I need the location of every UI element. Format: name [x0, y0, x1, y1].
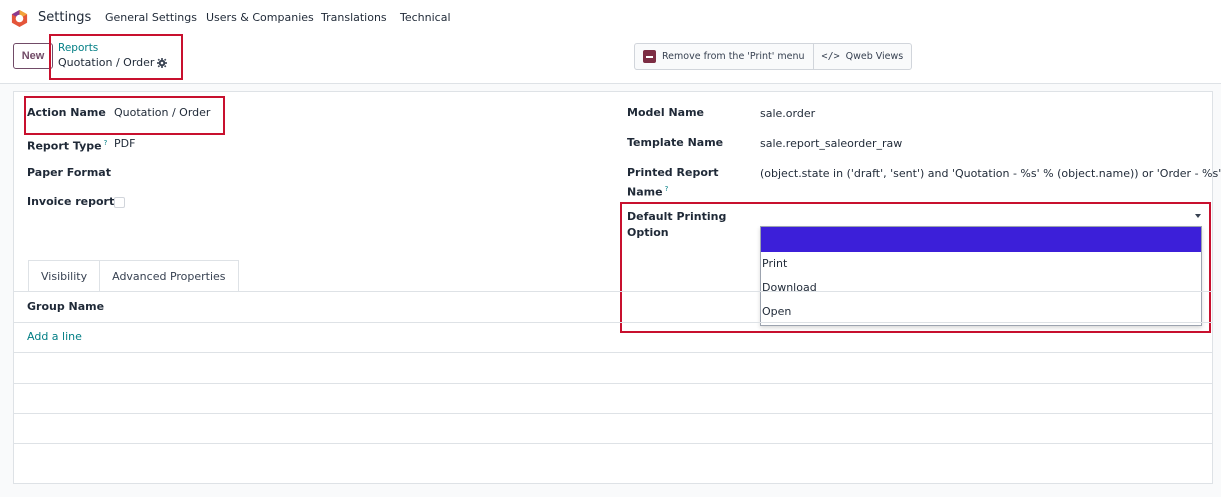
report-type-label-text: Report Type — [27, 139, 102, 153]
table-row — [14, 352, 1212, 353]
breadcrumb-current: Quotation / Order — [58, 56, 168, 69]
tab-divider — [14, 291, 1212, 292]
default-printing-option-dropdown[interactable]: Print Download Open — [760, 226, 1202, 326]
remove-from-print-menu-button[interactable]: Remove from the 'Print' menu — [635, 44, 813, 69]
report-type-field[interactable]: PDF — [114, 136, 135, 152]
nav-technical[interactable]: Technical — [400, 11, 451, 24]
group-name-column-header[interactable]: Group Name — [27, 300, 104, 313]
notebook-tabs: Visibility Advanced Properties — [28, 260, 239, 292]
model-name-field[interactable]: sale.order — [760, 106, 815, 122]
report-type-tooltip-icon[interactable]: ? — [104, 139, 108, 147]
model-name-label: Model Name — [627, 106, 704, 119]
report-type-label: Report Type? — [27, 135, 107, 155]
dropdown-option-open[interactable]: Open — [761, 300, 1201, 324]
invoice-report-checkbox[interactable] — [114, 197, 125, 208]
template-name-label: Template Name — [627, 136, 724, 149]
odoo-logo-icon[interactable] — [10, 9, 29, 28]
default-printing-label-line1: Default Printing — [627, 210, 727, 223]
default-printing-label-line2: Option — [627, 226, 669, 239]
new-button[interactable]: New — [13, 43, 53, 69]
template-name-field[interactable]: sale.report_saleorder_raw — [760, 136, 902, 152]
chevron-down-icon[interactable] — [1195, 214, 1201, 218]
top-navbar: Settings General Settings Users & Compan… — [0, 0, 1221, 36]
breadcrumb-parent-link[interactable]: Reports — [58, 42, 98, 54]
control-panel: New Reports Quotation / Order Remove fro… — [0, 34, 1221, 84]
table-row — [14, 443, 1212, 444]
printed-report-label-line2: Name — [627, 185, 663, 199]
dropdown-option-print[interactable]: Print — [761, 252, 1201, 276]
table-row-divider — [14, 322, 1212, 323]
qweb-views-label: Qweb Views — [845, 51, 904, 62]
printed-report-label-line1: Printed Report — [627, 166, 719, 179]
action-button-group: Remove from the 'Print' menu </> Qweb Vi… — [634, 43, 913, 70]
app-name[interactable]: Settings — [38, 10, 91, 25]
minus-icon — [643, 50, 656, 63]
tab-visibility[interactable]: Visibility — [28, 260, 101, 292]
add-a-line-link[interactable]: Add a line — [27, 330, 82, 343]
default-printing-option-label: Default Printing Option — [627, 209, 726, 241]
remove-from-print-menu-label: Remove from the 'Print' menu — [662, 51, 805, 62]
tab-advanced-properties[interactable]: Advanced Properties — [100, 260, 239, 292]
code-icon: </> — [821, 51, 840, 62]
nav-general-settings[interactable]: General Settings — [105, 11, 197, 24]
table-row — [14, 413, 1212, 414]
action-name-field[interactable]: Quotation / Order — [114, 105, 210, 121]
printed-report-name-field[interactable]: (object.state in ('draft', 'sent') and '… — [760, 166, 1221, 182]
action-name-label: Action Name — [27, 106, 106, 119]
printed-report-name-label: Printed Report Name? — [627, 165, 719, 201]
table-row — [14, 383, 1212, 384]
dropdown-option-download[interactable]: Download — [761, 276, 1201, 300]
gear-icon[interactable] — [157, 57, 168, 68]
nav-users-companies[interactable]: Users & Companies — [206, 11, 314, 24]
invoice-report-label: Invoice report — [27, 195, 115, 208]
paper-format-label: Paper Format — [27, 166, 111, 179]
printed-report-tooltip-icon[interactable]: ? — [665, 185, 669, 193]
dropdown-option-empty[interactable] — [761, 227, 1201, 252]
form-sheet: Action Name Quotation / Order Report Typ… — [13, 91, 1221, 484]
qweb-views-button[interactable]: </> Qweb Views — [812, 44, 912, 69]
nav-translations[interactable]: Translations — [321, 11, 387, 24]
breadcrumb-current-label: Quotation / Order — [58, 56, 155, 69]
